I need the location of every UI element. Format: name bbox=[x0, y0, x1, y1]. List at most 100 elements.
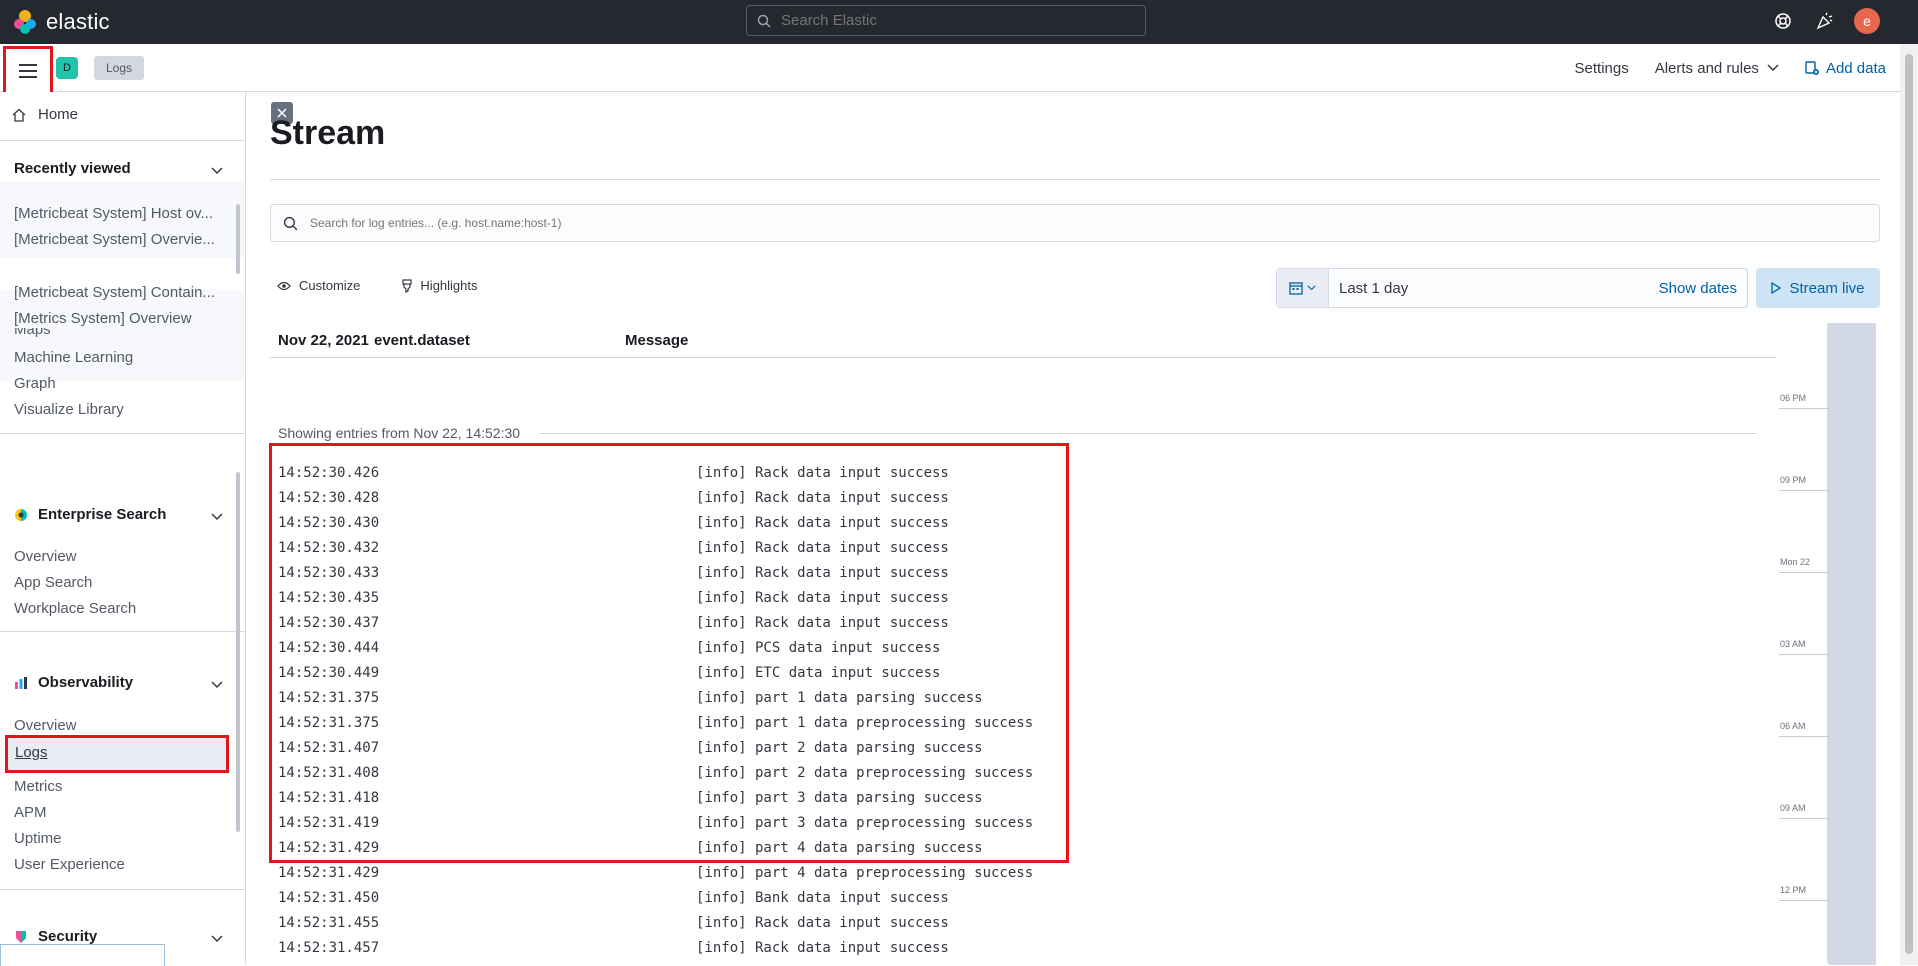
sidebar-item-apm[interactable]: APM bbox=[14, 804, 220, 821]
divider bbox=[270, 179, 1880, 180]
sidebar-item-obs-overview[interactable]: Overview bbox=[14, 717, 220, 734]
date-range-label[interactable]: Last 1 day bbox=[1339, 280, 1659, 297]
sidebar-item-home[interactable]: Home bbox=[12, 106, 78, 123]
global-header: elastic e bbox=[0, 0, 1918, 44]
page-scrollbar[interactable] bbox=[1900, 44, 1918, 965]
divider bbox=[0, 889, 245, 890]
enterprise-search-header[interactable]: Enterprise Search bbox=[14, 506, 166, 523]
recent-item[interactable]: [Metricbeat System] Overvie... bbox=[14, 231, 220, 248]
breadcrumb: Logs bbox=[94, 56, 145, 80]
stream-live-button[interactable]: Stream live bbox=[1756, 268, 1880, 308]
add-data-label: Add data bbox=[1825, 59, 1886, 77]
sidebar-item-label: Maps bbox=[14, 328, 51, 338]
database-plus-icon bbox=[1805, 61, 1819, 75]
alerts-menu[interactable]: Alerts and rules bbox=[1655, 60, 1779, 77]
brand-name: elastic bbox=[46, 9, 110, 34]
menu-toggle-button[interactable] bbox=[3, 46, 53, 96]
log-message: [info] Rack data input success bbox=[696, 915, 949, 931]
sidebar-item-metrics[interactable]: Metrics bbox=[14, 778, 220, 795]
elastic-logo-icon bbox=[14, 10, 36, 34]
minimap-tick bbox=[1779, 408, 1829, 409]
timeline-minimap[interactable] bbox=[1827, 323, 1876, 965]
log-message: [info] Rack data input success bbox=[696, 940, 949, 956]
minimap-label: 12 PM bbox=[1780, 885, 1807, 895]
security-header[interactable]: Security bbox=[14, 928, 97, 945]
customize-button[interactable]: Customize bbox=[277, 278, 360, 293]
dock-toggle[interactable] bbox=[0, 944, 165, 966]
log-message: [info] Bank data input success bbox=[696, 890, 949, 906]
section-label: Enterprise Search bbox=[38, 506, 167, 523]
security-icon bbox=[16, 930, 26, 943]
minimap-tick bbox=[1779, 572, 1829, 573]
minimap-tick bbox=[1779, 490, 1829, 491]
minimap-label: Mon 22 bbox=[1780, 557, 1811, 567]
global-search-input[interactable] bbox=[781, 12, 1121, 29]
app-menu: Settings Alerts and rules Add data bbox=[1575, 44, 1886, 92]
elastic-logo[interactable]: elastic bbox=[12, 9, 110, 35]
home-icon bbox=[12, 108, 26, 122]
recent-item[interactable]: [Metricbeat System] Contain... bbox=[14, 284, 220, 301]
sidebar-item-machine-learning[interactable]: Machine Learning bbox=[14, 349, 220, 366]
stream-live-label: Stream live bbox=[1789, 279, 1865, 297]
sidebar-item-logs[interactable]: Logs bbox=[5, 735, 229, 773]
minimap-tick bbox=[1779, 654, 1829, 655]
divider bbox=[0, 140, 245, 141]
observability-header[interactable]: Observability bbox=[14, 674, 133, 691]
minimap-label: 06 PM bbox=[1780, 393, 1807, 403]
minimap-label: 03 AM bbox=[1780, 639, 1806, 649]
sidebar-item-uptime[interactable]: Uptime bbox=[14, 830, 220, 847]
user-avatar[interactable]: e bbox=[1854, 8, 1880, 34]
section-label: Recently viewed bbox=[14, 160, 131, 177]
divider bbox=[270, 357, 1777, 358]
divider bbox=[0, 433, 245, 434]
customize-label: Customize bbox=[299, 278, 361, 293]
highlights-button[interactable]: Highlights bbox=[402, 278, 478, 293]
scrollbar-thumb[interactable] bbox=[1905, 54, 1913, 954]
settings-link[interactable]: Settings bbox=[1575, 60, 1629, 77]
sidebar-item-workplace-search[interactable]: Workplace Search bbox=[14, 600, 220, 617]
quick-select-button[interactable] bbox=[1277, 269, 1329, 307]
header-actions: e bbox=[1770, 8, 1880, 34]
sidebar-item-visualize-library[interactable]: Visualize Library bbox=[14, 401, 220, 418]
log-message: [info] part 4 data preprocessing success bbox=[696, 865, 1034, 881]
chevron-down-icon bbox=[1307, 285, 1316, 291]
sidebar-item-graph[interactable]: Graph bbox=[14, 375, 220, 392]
sidebar-item-user-experience[interactable]: User Experience bbox=[14, 856, 220, 873]
eye-icon bbox=[277, 281, 291, 290]
chevron-down-icon[interactable] bbox=[211, 932, 223, 944]
section-label: Observability bbox=[38, 674, 134, 691]
column-header-dataset: event.dataset bbox=[374, 332, 470, 349]
log-search-input[interactable] bbox=[310, 216, 1810, 230]
recent-scrollbar[interactable] bbox=[236, 204, 240, 274]
sidebar-item-es-overview[interactable]: Overview bbox=[14, 548, 220, 565]
alerts-label: Alerts and rules bbox=[1654, 59, 1759, 77]
enterprise-search-icon bbox=[15, 508, 27, 521]
stream-toolbar: Customize Highlights bbox=[277, 278, 478, 293]
entries-range-label: Showing entries from Nov 22, 14:52:30 bbox=[278, 425, 521, 441]
add-data-link[interactable]: Add data bbox=[1805, 60, 1886, 77]
recent-item[interactable]: [Metrics System] Overview bbox=[14, 310, 220, 327]
minimap-tick bbox=[1779, 900, 1829, 901]
recent-item[interactable]: [Metricbeat System] Host ov... bbox=[14, 205, 220, 222]
chevron-down-icon[interactable] bbox=[211, 678, 223, 690]
date-picker: Last 1 day Show dates bbox=[1276, 268, 1748, 308]
global-search[interactable] bbox=[746, 5, 1146, 36]
log-timestamp: 14:52:31.457 bbox=[278, 940, 380, 956]
news-feed-icon[interactable] bbox=[1812, 8, 1838, 34]
recently-viewed-header[interactable]: Recently viewed bbox=[14, 160, 131, 177]
sidebar-scrollbar[interactable] bbox=[236, 472, 240, 832]
highlighter-icon bbox=[402, 278, 413, 293]
sidebar-item-app-search[interactable]: App Search bbox=[14, 574, 220, 591]
chevron-down-icon bbox=[1767, 64, 1779, 72]
section-label: Security bbox=[38, 928, 98, 945]
divider bbox=[539, 433, 1757, 434]
space-avatar[interactable]: D bbox=[56, 57, 78, 79]
chevron-down-icon[interactable] bbox=[211, 510, 223, 522]
minimap-label: 09 PM bbox=[1780, 475, 1807, 485]
log-search-bar[interactable] bbox=[270, 204, 1880, 242]
sidebar-item-label: Home bbox=[38, 106, 79, 123]
chevron-down-icon[interactable] bbox=[211, 164, 223, 176]
help-icon[interactable] bbox=[1770, 8, 1796, 34]
show-dates-link[interactable]: Show dates bbox=[1659, 280, 1737, 297]
sidebar-item-maps[interactable]: Maps bbox=[14, 328, 220, 340]
